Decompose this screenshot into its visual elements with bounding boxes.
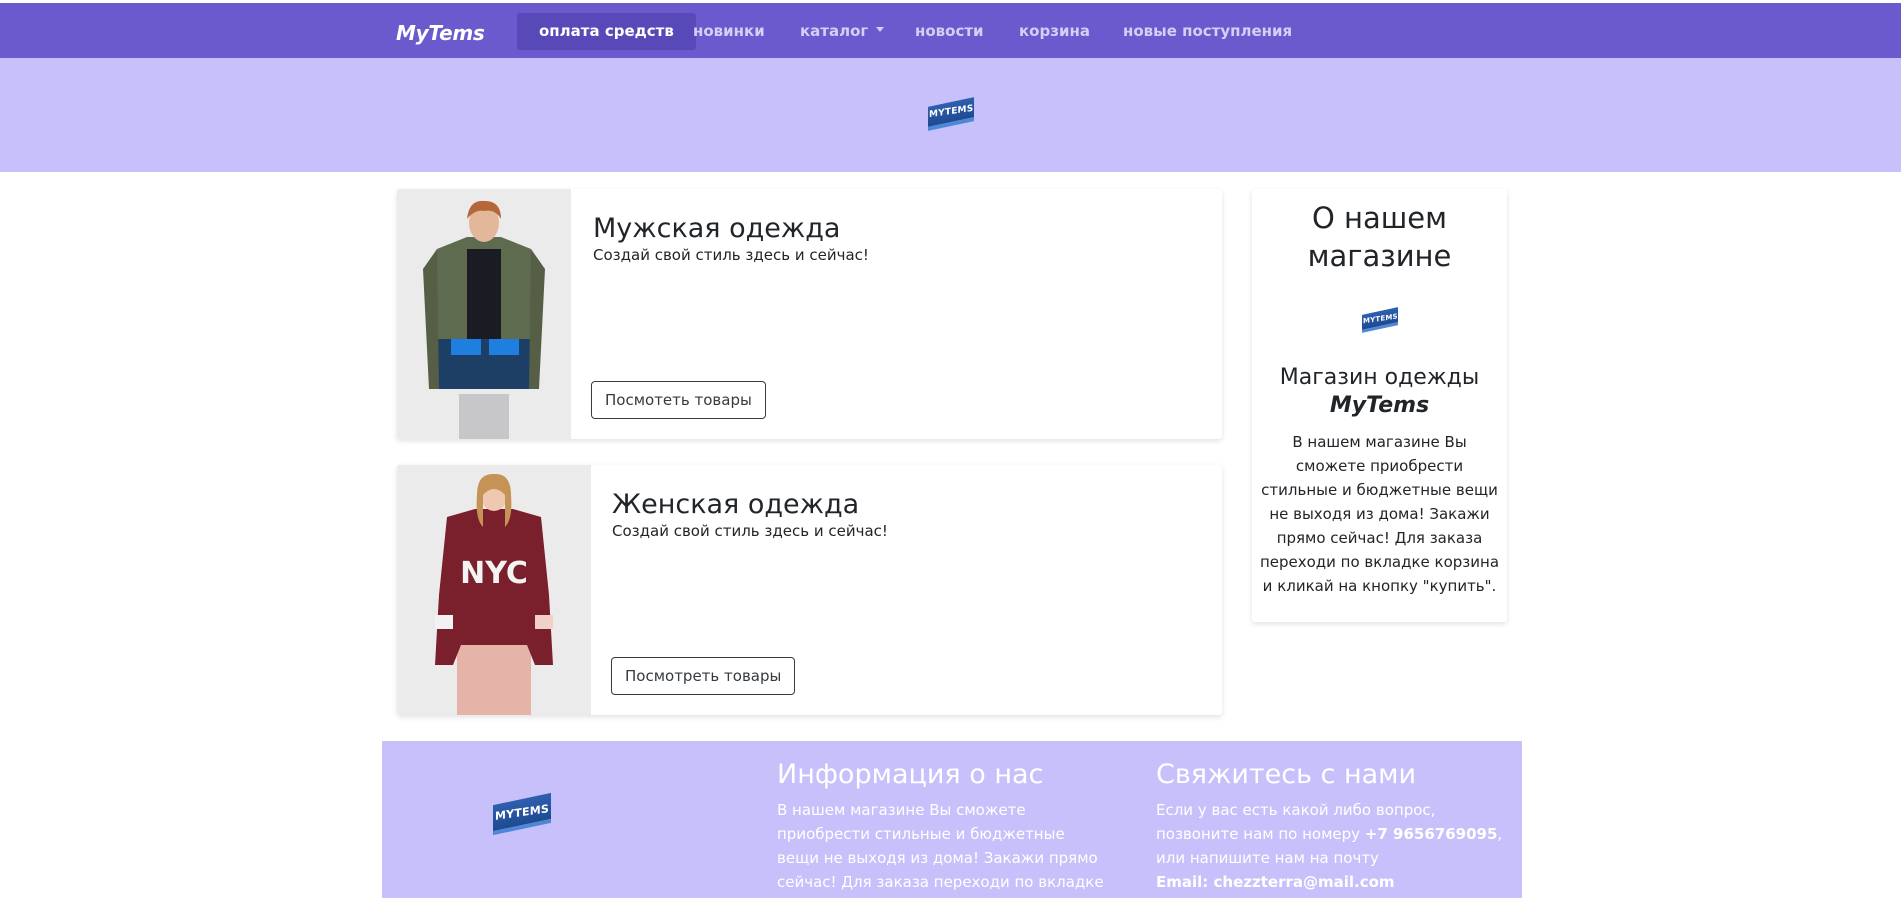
mytems-logo-small: MYTEMS	[1362, 307, 1398, 333]
card-text-men: Создай свой стиль здесь и сейчас!	[593, 246, 869, 264]
store-subtitle: Магазин одежды MyTems	[1252, 364, 1507, 420]
women-clothing-image: NYC	[397, 465, 591, 715]
svg-text:NYC: NYC	[460, 556, 528, 591]
logo-text: MYTEMS	[928, 103, 974, 121]
nav-item-new[interactable]: новинки	[671, 13, 787, 50]
email-label: Email:	[1156, 873, 1214, 891]
mytems-logo: MYTEMS	[928, 97, 974, 131]
logo-text-small: MYTEMS	[1362, 312, 1398, 325]
nav-item-payment[interactable]: оплата средств	[517, 13, 696, 50]
nav-item-arrivals[interactable]: новые поступления	[1101, 13, 1314, 50]
about-store-panel: О нашем магазине MYTEMS Магазин одежды M…	[1252, 189, 1507, 622]
about-store-text: В нашем магазине Вы сможете приобрести с…	[1259, 433, 1500, 595]
brand-logo[interactable]: MyTems	[396, 21, 485, 45]
store-subtitle-text: Магазин одежды	[1279, 365, 1480, 390]
nav-item-cart[interactable]: корзина	[997, 13, 1112, 50]
footer-info-title: Информация о нас	[777, 759, 1044, 790]
footer: MYTEMS Информация о нас В нашем магазине…	[382, 741, 1522, 915]
chevron-down-icon	[876, 27, 885, 32]
footer-info-text: В нашем магазине Вы сможете приобрести с…	[777, 801, 1104, 915]
card-men: Мужская одежда Создай свой стиль здесь и…	[397, 189, 1222, 439]
card-title-women: Женская одежда	[612, 489, 860, 520]
footer-contact-title: Свяжитесь с нами	[1156, 759, 1417, 790]
logo-text-footer: MYTEMS	[495, 801, 549, 823]
card-title-men: Мужская одежда	[593, 213, 841, 244]
nav-item-news[interactable]: новости	[893, 13, 1006, 50]
navbar: MyTems оплата средств новинки каталог но…	[0, 3, 1901, 58]
nav-item-catalog[interactable]: каталог	[778, 13, 906, 50]
view-women-products-button[interactable]: Посмотреть товары	[611, 657, 796, 695]
mytems-logo-footer: MYTEMS	[493, 792, 551, 836]
card-text-women: Создай свой стиль здесь и сейчас!	[612, 522, 888, 540]
card-women: NYC Женская одежда Создай свой стиль зде…	[397, 465, 1222, 715]
men-clothing-image	[397, 189, 571, 439]
nav-item-catalog-label: каталог	[800, 22, 869, 40]
contact-phone[interactable]: +7 9656769095	[1365, 825, 1498, 843]
footer-contact-text: Если у вас есть какой либо вопрос, позво…	[1156, 798, 1508, 894]
store-brand-name: MyTems	[1329, 393, 1430, 418]
contact-email[interactable]: chezzterra@mail.com	[1214, 873, 1395, 891]
hero-banner: MYTEMS	[0, 58, 1901, 172]
about-store-title: О нашем магазине	[1307, 201, 1452, 273]
view-men-products-button[interactable]: Посмотеть товары	[591, 381, 766, 419]
